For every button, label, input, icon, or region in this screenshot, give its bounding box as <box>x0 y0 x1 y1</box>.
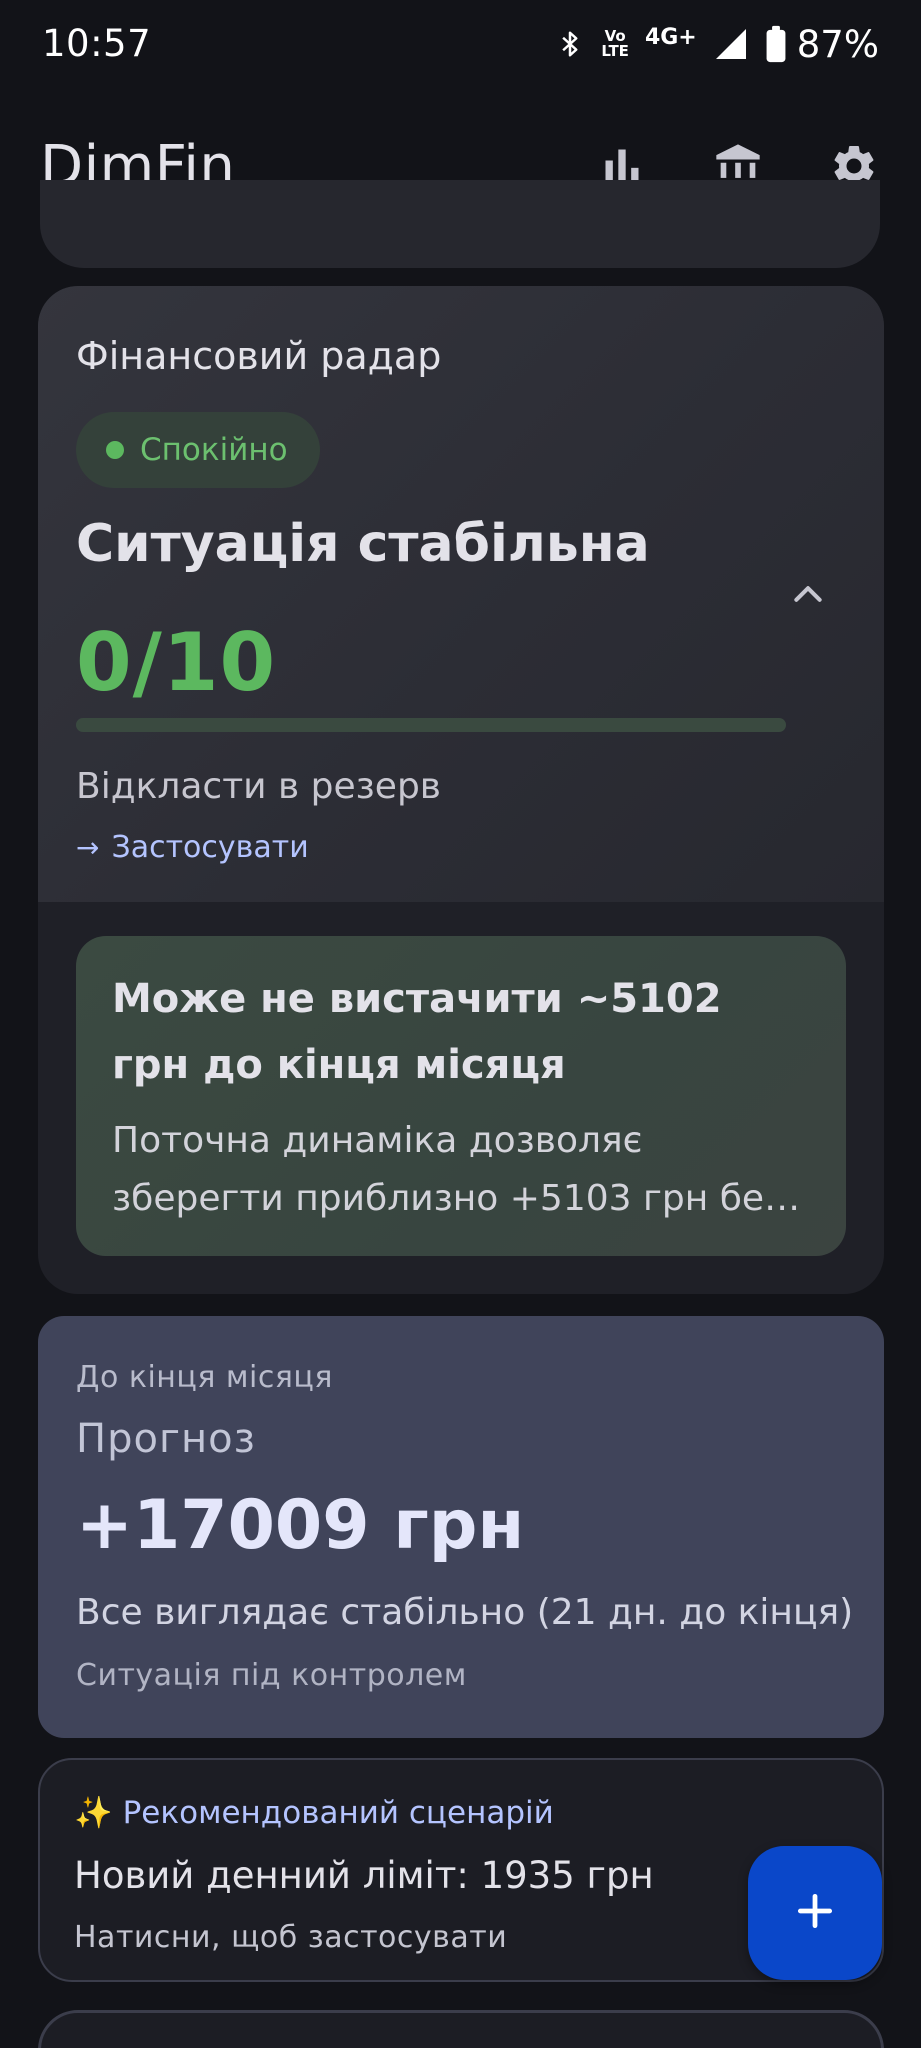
risk-score: 0/10 <box>76 616 277 709</box>
network-type: 4G+ <box>644 24 697 50</box>
plus-icon <box>793 1889 837 1937</box>
battery-percent: 87% <box>796 22 879 66</box>
signal-icon <box>713 26 749 62</box>
scenario-hint: Натисни, щоб застосувати <box>74 1920 508 1955</box>
status-dot-icon <box>106 441 124 459</box>
apply-link-label: Застосувати <box>111 830 309 865</box>
financial-radar-card: Фінансовий радар Спокійно Ситуація стабі… <box>38 286 884 1294</box>
radar-title: Фінансовий радар <box>76 334 442 378</box>
scenario-title: Новий денний ліміт: 1935 грн <box>74 1854 654 1897</box>
radar-summary[interactable]: Фінансовий радар Спокійно Ситуація стабі… <box>38 286 884 902</box>
forecast-note: Ситуація під контролем <box>76 1658 467 1693</box>
forecast-caption: До кінця місяця <box>76 1360 333 1395</box>
chevron-up-icon <box>788 574 828 618</box>
bluetooth-icon <box>555 26 585 62</box>
forecast-summary: Все виглядає стабільно (21 дн. до кінця) <box>76 1592 854 1633</box>
status-chip: Спокійно <box>76 412 320 488</box>
forecast-card[interactable]: До кінця місяця Прогноз +17009 грн Все в… <box>38 1316 884 1738</box>
previous-card[interactable] <box>40 180 880 268</box>
radar-headline: Ситуація стабільна <box>76 514 650 574</box>
apply-link[interactable]: → Застосувати <box>76 830 309 865</box>
battery-icon <box>765 25 787 63</box>
radar-advice: Відкласти в резерв <box>76 766 442 807</box>
collapse-button[interactable] <box>782 570 834 622</box>
shortfall-warning: Може не вистачити ~5102 грн до кінця міс… <box>76 936 846 1256</box>
forecast-label: Прогноз <box>76 1416 256 1462</box>
sparkles-icon: ✨ <box>74 1795 113 1831</box>
screen: 10:57 Vo LTE 4G+ 87% DimFin Фінансовий р… <box>0 0 921 2048</box>
forecast-amount: +17009 грн <box>76 1486 525 1565</box>
risk-progress-bar <box>76 718 786 732</box>
scenario-header: ✨ Рекомендований сценарій <box>74 1794 554 1832</box>
next-card[interactable] <box>38 2010 884 2048</box>
status-icons: Vo LTE 4G+ 87% <box>555 20 879 68</box>
add-transaction-button[interactable] <box>748 1846 882 1980</box>
status-time: 10:57 <box>42 22 152 65</box>
status-chip-label: Спокійно <box>140 432 288 468</box>
warning-title: Може не вистачити ~5102 грн до кінця міс… <box>112 976 722 1088</box>
warning-text: Поточна динаміка дозволяє зберегти прибл… <box>112 1120 784 1219</box>
status-bar: 10:57 Vo LTE 4G+ 87% <box>0 0 921 90</box>
arrow-right-icon: → <box>76 831 100 864</box>
lte-label: LTE <box>601 42 629 60</box>
scenario-header-label: Рекомендований сценарій <box>122 1794 554 1831</box>
volte-icon: Vo LTE <box>601 29 629 59</box>
